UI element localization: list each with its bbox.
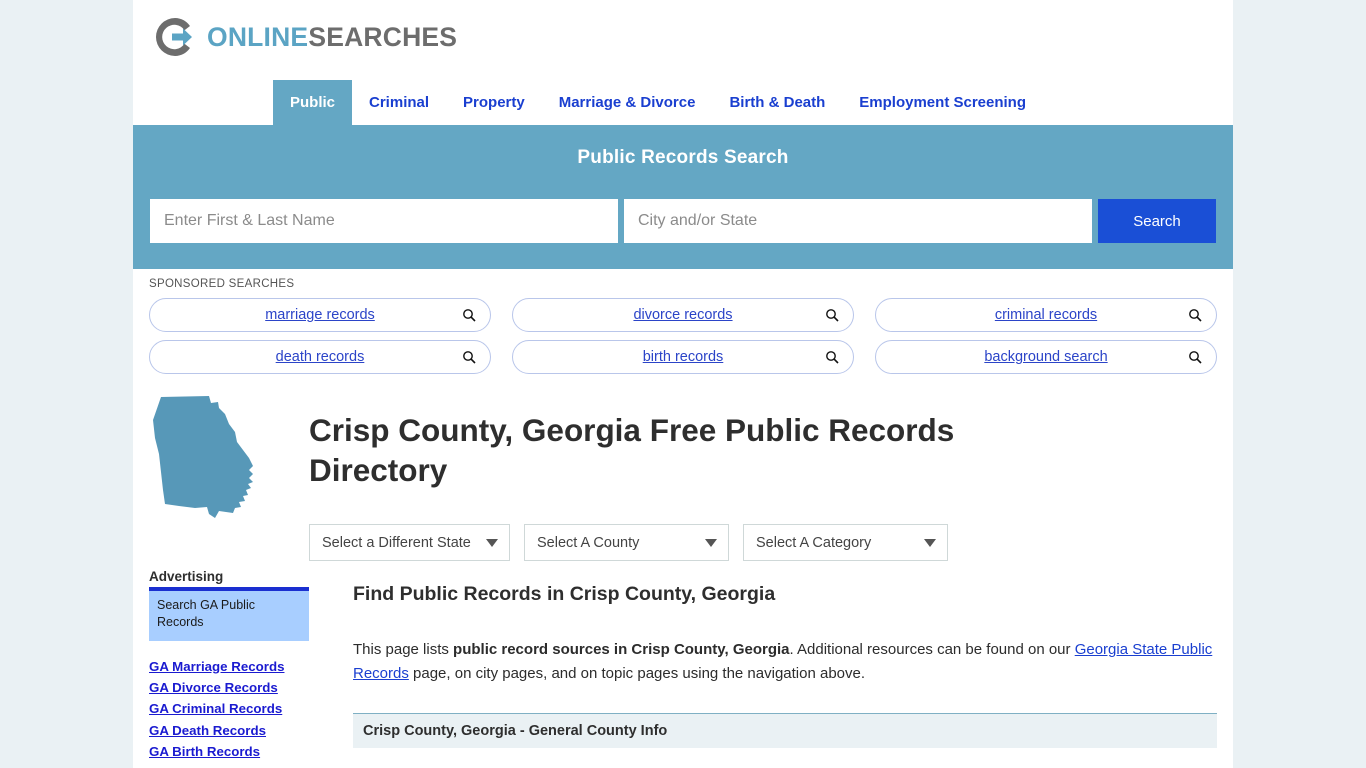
sidebar-link-ga-divorce-records[interactable]: GA Divorce Records <box>149 678 309 697</box>
intro-text-1: This page lists <box>353 641 454 658</box>
sidebar-link-ga-birth-records[interactable]: GA Birth Records <box>149 742 309 761</box>
logo-word-online: ONLINE <box>207 21 309 52</box>
sponsored-pill-label: divorce records <box>633 307 733 323</box>
section-title: Find Public Records in Crisp County, Geo… <box>353 583 776 605</box>
nav-item-public[interactable]: Public <box>273 80 353 125</box>
hero-section: Crisp County, Georgia Free Public Record… <box>133 380 1233 561</box>
search-form: Search <box>150 199 1216 243</box>
select-category-dropdown[interactable]: Select A Category <box>743 524 948 561</box>
sponsored-searches-label: SPONSORED SEARCHES <box>149 278 295 290</box>
select-county-dropdown[interactable]: Select A County <box>524 524 729 561</box>
public-records-search-band: Public Records Search Search <box>133 125 1233 269</box>
masthead: ONLINESEARCHES <box>133 0 1233 80</box>
nav-item-birth-death[interactable]: Birth & Death <box>712 80 842 125</box>
sponsored-pill-label: marriage records <box>265 307 375 323</box>
ad-search-ga-public-records[interactable]: Search GA Public Records <box>149 587 309 641</box>
sponsored-pill-label: birth records <box>642 349 724 365</box>
sponsored-pill-death-records[interactable]: death records <box>149 340 491 374</box>
search-icon <box>825 350 839 364</box>
sponsored-pill-birth-records[interactable]: birth records <box>512 340 854 374</box>
search-icon <box>1188 308 1202 322</box>
intro-text-2: . Additional resources can be found on o… <box>789 641 1075 658</box>
nav-item-criminal[interactable]: Criminal <box>352 80 446 125</box>
georgia-state-outline-icon <box>149 390 273 520</box>
sidebar: Advertising Search GA Public Records GA … <box>149 561 309 761</box>
main-content: Find Public Records in Crisp County, Geo… <box>309 561 1217 748</box>
intro-paragraph: This page lists public record sources in… <box>353 638 1217 687</box>
select-state-label: Select a Different State <box>322 534 471 551</box>
sponsored-pill-grid: marriage records divorce records crimina… <box>149 298 1217 374</box>
page-title: Crisp County, Georgia Free Public Record… <box>309 412 955 488</box>
filter-dropdowns: Select a Different State Select A County… <box>309 524 1217 561</box>
search-icon <box>825 308 839 322</box>
logo-word-searches: SEARCHES <box>308 21 458 52</box>
site-logo[interactable]: ONLINESEARCHES <box>152 14 457 60</box>
search-icon <box>462 350 476 364</box>
sidebar-links: GA Marriage Records GA Divorce Records G… <box>149 657 309 761</box>
sidebar-link-ga-criminal-records[interactable]: GA Criminal Records <box>149 699 309 718</box>
nav-item-marriage-divorce[interactable]: Marriage & Divorce <box>542 80 713 125</box>
select-state-dropdown[interactable]: Select a Different State <box>309 524 510 561</box>
search-name-input[interactable] <box>150 199 618 243</box>
chevron-down-icon <box>924 538 936 547</box>
logo-wordmark: ONLINESEARCHES <box>207 24 457 51</box>
search-icon <box>462 308 476 322</box>
chevron-down-icon <box>705 538 717 547</box>
page-container: ONLINESEARCHES Public Criminal Property … <box>133 0 1233 768</box>
circle-arrow-icon <box>152 14 198 60</box>
content-section: Advertising Search GA Public Records GA … <box>133 561 1233 761</box>
advertising-heading: Advertising <box>149 569 224 584</box>
sponsored-pill-label: background search <box>984 349 1108 365</box>
sponsored-pill-background-search[interactable]: background search <box>875 340 1217 374</box>
sponsored-searches: SPONSORED SEARCHES marriage records divo… <box>133 269 1233 380</box>
search-band-title: Public Records Search <box>577 147 789 168</box>
nav-item-property[interactable]: Property <box>446 80 542 125</box>
hero-text-column: Crisp County, Georgia Free Public Record… <box>273 390 1217 561</box>
primary-nav: Public Criminal Property Marriage & Divo… <box>133 80 1233 125</box>
chevron-down-icon <box>486 538 498 547</box>
search-icon <box>1188 350 1202 364</box>
search-submit-button[interactable]: Search <box>1098 199 1216 243</box>
general-county-info-row: Crisp County, Georgia - General County I… <box>353 713 1217 748</box>
sponsored-pill-label: criminal records <box>994 307 1098 323</box>
sidebar-link-ga-marriage-records[interactable]: GA Marriage Records <box>149 657 309 676</box>
intro-text-3: page, on city pages, and on topic pages … <box>408 665 866 683</box>
select-county-label: Select A County <box>537 534 640 551</box>
search-city-input[interactable] <box>624 199 1092 243</box>
sponsored-pill-marriage-records[interactable]: marriage records <box>149 298 491 332</box>
sponsored-pill-divorce-records[interactable]: divorce records <box>512 298 854 332</box>
select-category-label: Select A Category <box>756 534 872 551</box>
sidebar-link-ga-death-records[interactable]: GA Death Records <box>149 721 309 740</box>
nav-item-employment-screening[interactable]: Employment Screening <box>842 80 1043 125</box>
sponsored-pill-label: death records <box>275 349 365 365</box>
sponsored-pill-criminal-records[interactable]: criminal records <box>875 298 1217 332</box>
intro-bold-phrase: public record sources in Crisp County, G… <box>453 641 790 658</box>
